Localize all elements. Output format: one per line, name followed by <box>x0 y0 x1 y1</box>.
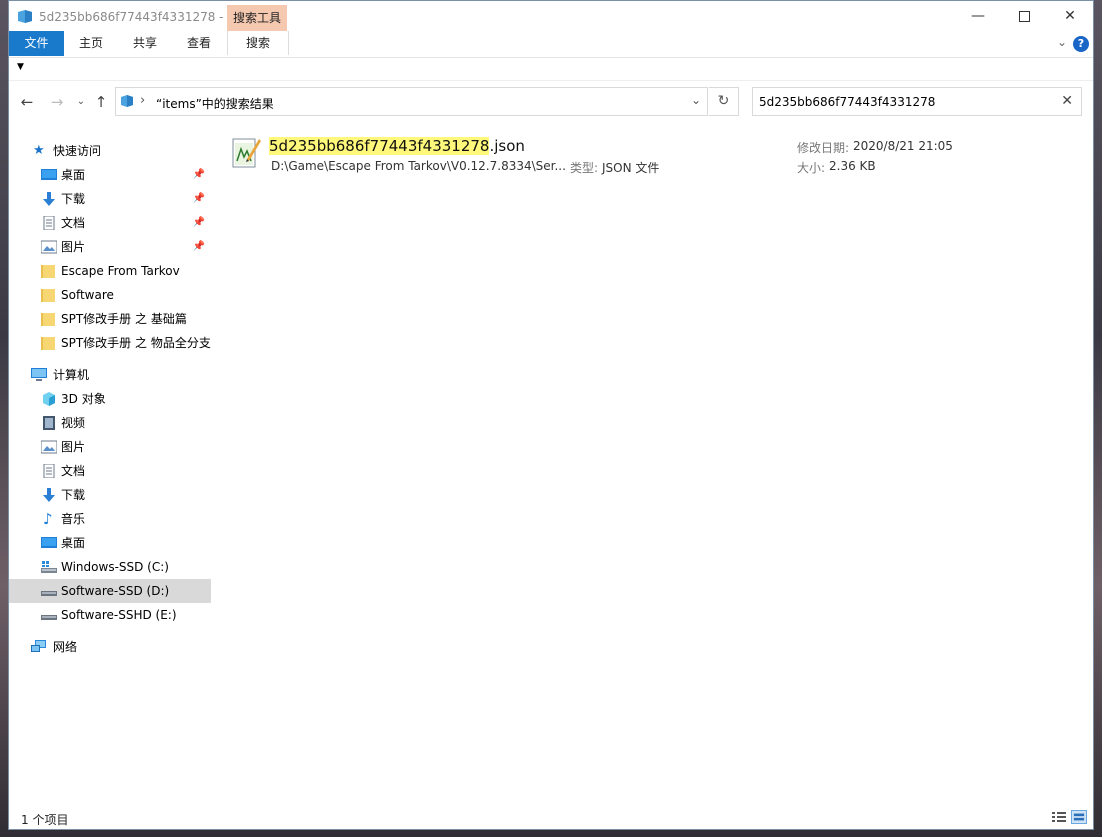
chevron-down-icon[interactable]: ⌄ <box>691 93 701 107</box>
sidebar-item-drive-e[interactable]: Software-SSHD (E:) <box>9 603 211 627</box>
chevron-down-icon[interactable]: ⌄ <box>1057 35 1067 49</box>
sidebar-item-folder[interactable]: SPT修改手册 之 物品全分支 <box>9 331 211 355</box>
folder-icon <box>41 313 55 326</box>
sidebar-item-this-pc[interactable]: 计算机 <box>9 363 211 387</box>
tab-view[interactable]: 查看 <box>175 31 223 55</box>
tiles-view-icon[interactable] <box>1071 810 1087 824</box>
search-query[interactable]: 5d235bb686f77443f4331278 <box>759 95 935 109</box>
address-row: ← → ⌄ ↑ › “items”中的搜索结果 ⌄ ↻ 5d235bb686f7… <box>9 81 1093 123</box>
back-button[interactable]: ← <box>17 93 37 111</box>
sidebar-item-music[interactable]: ♪ 音乐 <box>9 507 211 531</box>
file-path: D:\Game\Escape From Tarkov\V0.12.7.8334\… <box>271 159 566 173</box>
windows-drive-icon <box>41 561 57 573</box>
details-view-icon[interactable] <box>1051 810 1067 824</box>
minimize-button[interactable]: — <box>955 1 1001 31</box>
type-value: JSON 文件 <box>602 161 660 175</box>
video-icon <box>43 416 55 430</box>
document-icon <box>43 464 55 478</box>
sidebar-item-folder[interactable]: SPT修改手册 之 基础篇 <box>9 307 211 331</box>
sidebar-item-downloads[interactable]: 下载 📌 <box>9 187 211 211</box>
quick-access-toolbar: ▼ <box>9 58 1093 81</box>
download-icon <box>43 488 55 502</box>
pictures-icon <box>41 240 57 254</box>
status-bar: 1 个项目 <box>9 807 1093 829</box>
document-icon <box>43 216 55 230</box>
modified-value: 2020/8/21 21:05 <box>853 139 953 153</box>
sidebar-item-desktop[interactable]: 桌面 📌 <box>9 163 211 187</box>
pin-icon[interactable]: 📌 <box>193 211 205 235</box>
desktop-icon <box>41 169 57 180</box>
forward-button[interactable]: → <box>47 93 67 111</box>
maximize-button[interactable] <box>1001 1 1047 31</box>
search-match-highlight: 5d235bb686f77443f4331278 <box>269 137 490 155</box>
list-item[interactable]: 5d235bb686f77443f4331278.json D:\Game\Es… <box>229 131 1079 175</box>
file-extension: .json <box>489 137 525 155</box>
close-button[interactable]: ✕ <box>1047 1 1093 31</box>
sidebar-item-quick-access[interactable]: ★ 快速访问 <box>9 139 211 163</box>
window-title: 5d235bb686f77443f4331278 - ... <box>39 10 239 24</box>
folder-3d-icon <box>18 10 32 23</box>
results-pane: 5d235bb686f77443f4331278.json D:\Game\Es… <box>211 125 1093 807</box>
address-bar[interactable]: › “items”中的搜索结果 ⌄ <box>115 87 708 116</box>
desktop-icon <box>41 537 57 548</box>
sidebar-item-pictures[interactable]: 图片 <box>9 435 211 459</box>
search-results-icon <box>121 95 133 107</box>
size-label: 大小: <box>797 161 826 175</box>
recent-locations-button[interactable]: ⌄ <box>71 93 91 111</box>
sidebar-item-drive-d[interactable]: Software-SSD (D:) <box>9 579 211 603</box>
sidebar-item-desktop[interactable]: 桌面 <box>9 531 211 555</box>
maximize-icon <box>1018 10 1030 22</box>
computer-icon <box>31 368 47 381</box>
sidebar-item-downloads[interactable]: 下载 <box>9 483 211 507</box>
sidebar-item-videos[interactable]: 视频 <box>9 411 211 435</box>
search-input[interactable]: 5d235bb686f77443f4331278 ✕ <box>752 87 1082 116</box>
sidebar-item-documents[interactable]: 文档 📌 <box>9 211 211 235</box>
folder-icon <box>41 289 55 302</box>
size-value: 2.36 KB <box>829 159 876 173</box>
modified-label: 修改日期: <box>797 141 850 155</box>
customize-toolbar-icon[interactable]: ▼ <box>17 62 24 72</box>
drive-icon <box>41 591 57 596</box>
tab-file[interactable]: 文件 <box>9 31 64 56</box>
file-name[interactable]: 5d235bb686f77443f4331278.json <box>269 137 525 155</box>
sidebar-item-folder[interactable]: Software <box>9 283 211 307</box>
pictures-icon <box>41 440 57 454</box>
help-icon[interactable]: ? <box>1073 36 1089 52</box>
ribbon-tabs: 文件 主页 共享 查看 搜索 ⌄ ? <box>9 31 1093 58</box>
network-icon <box>31 640 46 652</box>
tab-search[interactable]: 搜索 <box>227 31 289 55</box>
breadcrumb-separator[interactable]: › <box>140 93 145 108</box>
music-icon: ♪ <box>43 510 53 528</box>
up-button[interactable]: ↑ <box>91 93 111 111</box>
type-label: 类型: <box>570 161 599 175</box>
download-icon <box>43 192 55 206</box>
title-bar[interactable]: 5d235bb686f77443f4331278 - ... 搜索工具 — ✕ <box>9 1 1093 33</box>
tab-home[interactable]: 主页 <box>67 31 115 55</box>
sidebar-item-documents[interactable]: 文档 <box>9 459 211 483</box>
sidebar-item-folder[interactable]: Escape From Tarkov <box>9 259 211 283</box>
folder-icon <box>41 337 55 350</box>
sidebar-item-drive-c[interactable]: Windows-SSD (C:) <box>9 555 211 579</box>
sidebar-item-3d-objects[interactable]: 3D 对象 <box>9 387 211 411</box>
breadcrumb[interactable]: “items”中的搜索结果 <box>156 95 274 112</box>
cube-icon <box>43 392 55 406</box>
pin-icon[interactable]: 📌 <box>193 163 205 187</box>
sidebar-item-network[interactable]: 网络 <box>9 635 211 659</box>
item-count: 1 个项目 <box>21 813 69 827</box>
explorer-window: 5d235bb686f77443f4331278 - ... 搜索工具 — ✕ … <box>8 0 1094 830</box>
pin-icon[interactable]: 📌 <box>193 187 205 211</box>
pin-icon[interactable]: 📌 <box>193 235 205 259</box>
json-file-icon <box>232 138 261 168</box>
navigation-pane: ★ 快速访问 桌面 📌 下载 📌 文档 📌 图片 📌 Escape From T… <box>9 125 211 807</box>
folder-icon <box>41 265 55 278</box>
star-icon: ★ <box>33 143 45 158</box>
clear-icon[interactable]: ✕ <box>1061 93 1073 109</box>
refresh-button[interactable]: ↻ <box>709 87 739 116</box>
sidebar-item-pictures[interactable]: 图片 📌 <box>9 235 211 259</box>
tab-share[interactable]: 共享 <box>121 31 169 55</box>
search-tools-header: 搜索工具 <box>227 5 287 31</box>
drive-icon <box>41 615 57 620</box>
